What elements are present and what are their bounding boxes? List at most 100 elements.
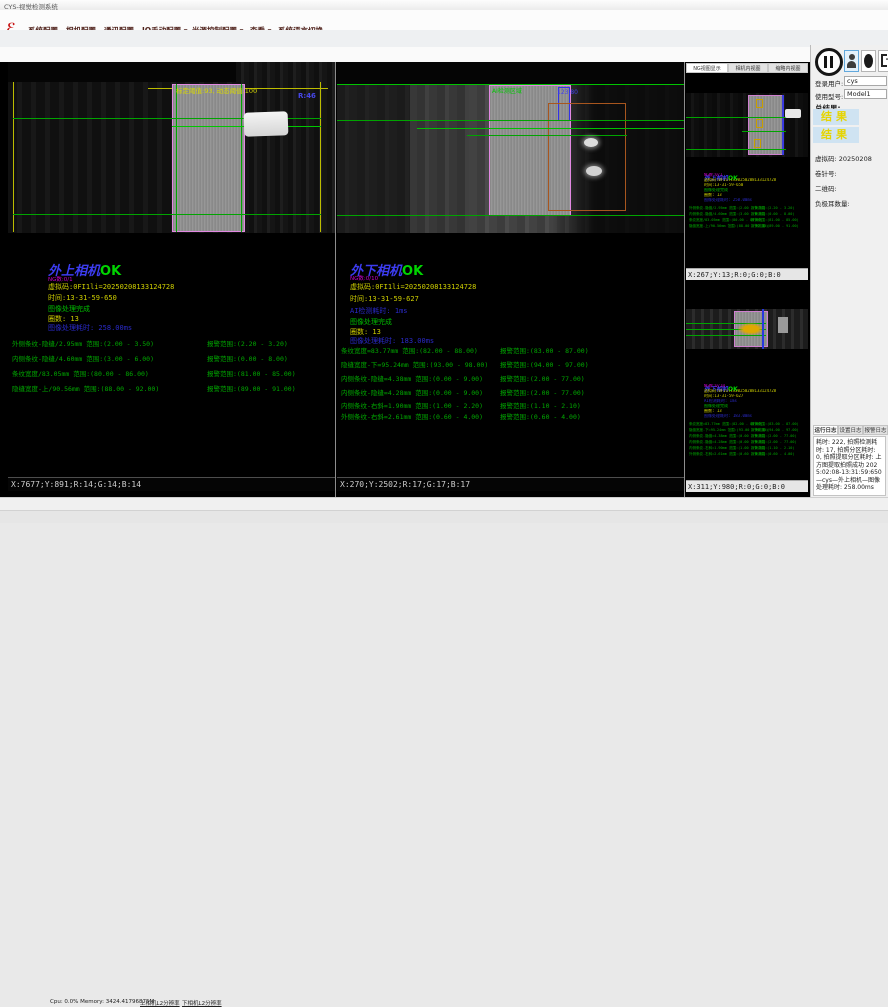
user-login-button[interactable] [844,50,859,72]
login-user-field[interactable]: cys [844,76,887,86]
measure-alarm: 报警范围:(0.60 - 4.00) [751,452,795,457]
thumb1-green-line-3 [686,149,786,150]
lock-icon [864,54,873,68]
thumb2-blue-line [762,309,764,349]
middle-green-hline-2 [417,128,684,129]
left-yellow-line-right [320,82,321,232]
thumb2-coords-bar: X:311;Y:980;R:0;G:0;B:0 [686,480,808,492]
qr-code-label: 二维码: [815,183,837,193]
logout-icon [879,51,888,71]
thumb1-marker-1 [756,99,763,108]
measure-alarm: 报警范围:(83.00 - 87.00) [751,422,799,427]
middle-measure-row: 条纹宽度=83.77mm 范围:(82.00 - 88.00) 报警范围:(83… [341,345,681,355]
lock-button[interactable] [861,50,876,72]
thumb1-green-line-2 [742,131,786,132]
measure-alarm: 报警范围:(2.00 - 77.00) [751,440,797,445]
measure-alarm: 报警范围:(89.00 - 91.00) [207,383,296,393]
thumb1-count: 圈数: 13 [704,193,722,197]
thumb1-elapsed: 图像处理耗时: 258.00ms [704,198,752,202]
measure-alarm: 报警范围:(81.00 - 85.00) [207,368,296,378]
measure-value: 条纹宽度=83.77mm 范围:(82.00 - 88.00) [341,345,478,355]
left-measure-row: 内侧条纹-隐缝/4.60mm 范围:(3.00 - 6.00) 报警范围:(0.… [12,353,332,363]
status-bar: 心跳信号 相机连接 通讯连接 Cpu: 0.0% Memory: 3424.41… [0,497,888,511]
pause-button[interactable] [815,48,843,76]
middle-measure-row: 外侧条纹-右斜=2.61mm 范围:(0.60 - 4.00) 报警范围:(0.… [341,411,681,421]
person-icon [845,51,858,71]
middle-green-hline-1 [337,120,684,121]
cpu-memory-text: Cpu: 0.0% Memory: 3424.41796875M [50,999,154,1005]
middle-ng-line: NG数:0/10 [350,274,378,282]
middle-camera-status: OK [402,264,423,279]
log-text-area[interactable]: 耗时: 222, 拍照检测耗时: 17, 拍照分区耗时: 0, 拍照提取分区耗时… [813,436,886,496]
left-electrode-tab [244,111,289,137]
thumb1-blue-line [782,95,784,155]
measure-alarm: 报警范围:(94.00 - 97.00) [500,359,589,369]
left-time-line: 时间:13-31-59-650 [48,293,117,303]
middle-green-hline-3 [467,135,627,136]
measure-alarm: 报警范围:(2.00 - 77.00) [500,387,585,397]
left-roi-rect [172,84,245,232]
thumb2-time: 时间:13-31-59-627 [704,394,743,398]
measure-alarm: 报警范围:(1.10 - 2.10) [500,400,581,410]
left-green-vline-2 [241,84,242,232]
model-label: 使用型号: [815,91,843,101]
left-threshold-overlay: 标定阈值:93, 动态阈值:100 [176,85,257,95]
thumb-tab-camera-view[interactable]: 相机内视图 [728,63,768,73]
thumb2-elapsed: 图像处理耗时: 183.00ms [704,414,752,418]
left-barcode-line: 虚拟码:0FI1li=20250208133124728 [48,282,174,292]
middle-measure-row: 内侧条纹-右斜=1.90mm 范围:(1.00 - 2.20) 报警范围:(1.… [341,400,681,410]
barcode-value-label: 虚拟码: 20250208 [815,153,872,163]
thumb1-measure-row: 隐缝宽度-上/90.56mm 范围:(88.00 - 92.00) 报警范围:(… [689,224,807,234]
thumb2-yellow-marker [738,323,764,335]
thumb-view-lower[interactable]: 外下相机OK NG数:0/10 虚拟码:0FI1li=2025020813312… [686,281,808,493]
log-tab-run[interactable]: 运行日志 [813,425,838,435]
middle-barcode-line: 虚拟码:0FI1li=20250208133124728 [350,282,476,292]
thumb1-coords-bar: X:267;Y:13;R:0;G:0;B:0 [686,268,808,280]
upper-camera-resolution[interactable]: 上相机L2分辨率 [140,999,180,1007]
measure-value: 内侧条纹-右斜=1.90mm 范围:(1.00 - 2.20) [341,400,483,410]
exit-button[interactable] [878,50,888,72]
result-badge-upper: 结果 [813,109,859,125]
left-green-hline-3 [13,214,321,215]
lower-camera-resolution[interactable]: 下相机L2分辨率 [182,999,222,1007]
middle-coords-bar: X:270;Y:2502;R:17;G:17;B:17 [337,477,684,491]
log-tab-set[interactable]: 设置日志 [838,425,863,435]
thumb1-marker-3 [754,139,761,148]
thumb2-done: 图像处理完成 [704,404,728,408]
thumb2-bright-part [778,317,788,333]
divider [335,62,336,498]
app-window: { "window": {"title": "CYS-视觉检测系统", "min… [0,0,888,522]
middle-top-strip [337,62,684,84]
thumb1-barcode: 虚拟码:0FI1li=20250208133124728 [704,178,776,182]
left-camera-view[interactable]: 标定阈值:93, 动态阈值:100 R:46 [8,62,335,233]
middle-measure-row: 内侧条纹-隐缝=4.28mm 范围:(0.00 - 9.00) 报警范围:(2.… [341,387,681,397]
thumb1-green-line-1 [686,117,786,118]
result-badge-lower: 结果 [813,127,859,143]
tab-strip: 运行图像 [0,30,888,48]
thumb1-electrode-tab [785,109,801,118]
thumb-tab-mini-view[interactable]: 缩略内视图 [768,63,808,73]
thumb-view-upper[interactable]: 外上相机OK NG数:0/1 虚拟码:0FI1li=20250208133124… [686,73,808,280]
middle-bright-spot-1 [584,138,598,147]
menu-bar: ℰ 系统配置 相机配置 通讯配置 IO手动配置 ▾ 光源控制配置 ▾ 查看 ▾ … [0,10,888,31]
left-green-vline-1 [176,84,177,232]
tab-count-label: 负极耳数量: [815,198,850,208]
thumb1-ng: NG数:0/1 [704,173,722,177]
thumb2-ai: AI检测耗时: 1ms [704,399,737,403]
measure-alarm: 报警范围:(2.00 - 77.00) [500,373,585,383]
model-field[interactable]: Model1 [844,89,887,99]
measure-alarm: 报警范围:(94.00 - 97.00) [751,428,799,433]
left-elapsed-line: 图像处理耗时: 258.00ms [48,323,132,333]
measure-alarm: 报警范围:(81.00 - 85.00) [751,218,799,223]
middle-ai-region-label: AI检测区域 [492,86,522,95]
login-user-label: 登录用户: [815,78,843,88]
left-done-line: 图像处理完成 [48,304,90,314]
thumb-tab-ng-view[interactable]: NG视图显示 [686,63,728,73]
middle-camera-view[interactable]: AI检测区域 123.80 [337,62,684,233]
measure-alarm: 报警范围:(0.00 - 8.00) [751,212,795,217]
measure-alarm: 报警范围:(83.00 - 87.00) [500,345,589,355]
log-tab-alarm[interactable]: 报警日志 [863,425,888,435]
left-coords-bar: X:7677;Y:891;R:14;G:14;B:14 [8,477,335,491]
middle-green-hline-4 [337,215,684,216]
left-measure-row: 外侧条纹-隐缝/2.95mm 范围:(2.00 - 3.50) 报警范围:(2.… [12,338,332,348]
